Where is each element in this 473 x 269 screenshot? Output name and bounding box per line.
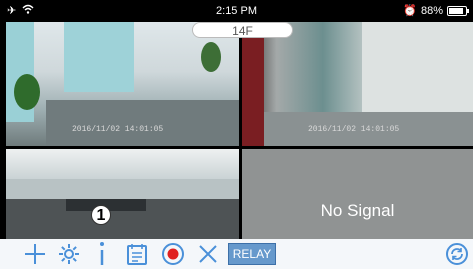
camera-feed-3[interactable] bbox=[6, 149, 239, 239]
timestamp: 2016/11/02 14:01:05 bbox=[72, 125, 164, 134]
camera-feed-4[interactable]: No Signal bbox=[242, 149, 473, 239]
settings-gear-icon[interactable] bbox=[56, 239, 82, 269]
red-door bbox=[242, 22, 264, 146]
timestamp: 2016/11/02 14:01:05 bbox=[308, 125, 400, 134]
status-right: ⏰ 88% bbox=[403, 4, 469, 17]
add-icon[interactable] bbox=[22, 239, 48, 269]
battery-icon bbox=[447, 5, 469, 16]
relay-button[interactable]: RELAY bbox=[228, 243, 276, 265]
calendar-icon[interactable] bbox=[124, 239, 150, 269]
plant bbox=[14, 74, 40, 110]
annotation-marker: 1 bbox=[91, 205, 111, 225]
alarm-icon: ⏰ bbox=[403, 5, 417, 17]
battery-percent: 88% bbox=[420, 4, 443, 17]
plant bbox=[201, 42, 221, 72]
close-x-icon[interactable] bbox=[196, 239, 220, 269]
camera-feed-2[interactable]: 2016/11/02 14:01:05 bbox=[242, 22, 473, 146]
office-desks bbox=[6, 179, 239, 199]
battery-fill bbox=[449, 7, 464, 14]
camera-feed-1[interactable]: 2016/11/02 14:01:05 bbox=[6, 22, 239, 146]
refresh-icon[interactable] bbox=[444, 239, 470, 269]
status-time: 2:15 PM bbox=[216, 5, 257, 17]
wall-glass bbox=[64, 22, 134, 92]
floor bbox=[46, 100, 239, 146]
status-bar: ✈ 2:15 PM ⏰ 88% bbox=[0, 0, 473, 22]
record-icon[interactable] bbox=[160, 239, 186, 269]
no-signal-label: No Signal bbox=[320, 201, 395, 220]
camera-group-title[interactable]: 14F bbox=[192, 22, 293, 38]
info-icon[interactable] bbox=[92, 239, 112, 269]
